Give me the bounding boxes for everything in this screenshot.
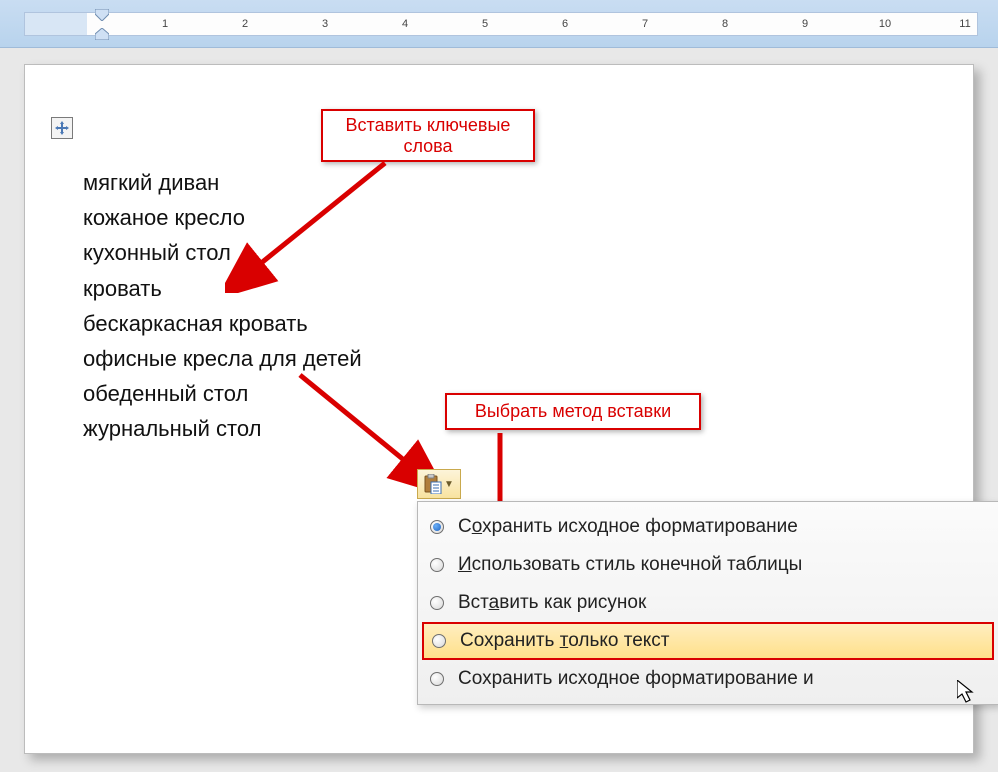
menu-item-label: Сохранить исходное форматирование — [458, 516, 798, 538]
horizontal-ruler[interactable]: 1 2 3 4 5 6 7 8 9 10 11 — [24, 12, 978, 36]
radio-icon — [432, 634, 446, 648]
list-item: кожаное кресло — [83, 200, 362, 235]
menu-item-paste-as-picture[interactable]: Вставить как рисунок — [418, 584, 998, 622]
ruler-tick: 3 — [322, 18, 328, 30]
paste-options-menu: Сохранить исходное форматирование Исполь… — [417, 501, 998, 705]
ruler-tick: 6 — [562, 18, 568, 30]
callout-text-line: Вставить ключевые — [339, 115, 517, 136]
list-item: кровать — [83, 271, 362, 306]
annotation-callout: Выбрать метод вставки — [445, 393, 701, 430]
menu-item-label: Вставить как рисунок — [458, 592, 646, 614]
callout-text-line: слова — [339, 136, 517, 157]
ruler-tick: 1 — [162, 18, 168, 30]
clipboard-paste-icon — [424, 474, 442, 494]
list-item: мягкий диван — [83, 165, 362, 200]
ruler-bar: 1 2 3 4 5 6 7 8 9 10 11 — [0, 0, 998, 48]
ruler-tick: 4 — [402, 18, 408, 30]
ruler-tick: 9 — [802, 18, 808, 30]
first-line-indent-marker[interactable] — [95, 9, 109, 23]
hanging-indent-marker[interactable] — [95, 27, 109, 39]
mouse-cursor-icon — [957, 680, 977, 706]
chevron-down-icon: ▼ — [444, 479, 454, 490]
ruler-tick: 10 — [879, 18, 891, 30]
ruler-tick: 7 — [642, 18, 648, 30]
menu-item-keep-source-and-link[interactable]: Сохранить исходное форматирование и — [418, 660, 998, 698]
radio-icon — [430, 558, 444, 572]
list-item: бескаркасная кровать — [83, 306, 362, 341]
list-item: офисные кресла для детей — [83, 341, 362, 376]
menu-item-label: Сохранить только текст — [460, 630, 670, 652]
keyword-list: мягкий диван кожаное кресло кухонный сто… — [83, 165, 362, 447]
menu-item-label: Использовать стиль конечной таблицы — [458, 554, 802, 576]
radio-icon — [430, 596, 444, 610]
ruler-tick: 8 — [722, 18, 728, 30]
list-item: журнальный стол — [83, 411, 362, 446]
ruler-tick: 2 — [242, 18, 248, 30]
menu-item-label: Сохранить исходное форматирование и — [458, 668, 814, 690]
ruler-left-margin — [25, 13, 87, 35]
paste-options-button[interactable]: ▼ — [417, 469, 461, 499]
move-icon — [55, 121, 69, 135]
menu-item-keep-source-formatting[interactable]: Сохранить исходное форматирование — [418, 508, 998, 546]
document-page[interactable]: мягкий диван кожаное кресло кухонный сто… — [24, 64, 974, 754]
ruler-tick: 5 — [482, 18, 488, 30]
menu-item-keep-text-only[interactable]: Сохранить только текст — [422, 622, 994, 660]
list-item: кухонный стол — [83, 235, 362, 270]
menu-item-use-destination-styles[interactable]: Использовать стиль конечной таблицы — [418, 546, 998, 584]
radio-icon — [430, 672, 444, 686]
object-move-handle[interactable] — [51, 117, 73, 139]
list-item: обеденный стол — [83, 376, 362, 411]
annotation-callout: Вставить ключевые слова — [321, 109, 535, 162]
callout-text: Выбрать метод вставки — [475, 401, 671, 421]
radio-icon — [430, 520, 444, 534]
ruler-tick: 11 — [959, 18, 970, 30]
